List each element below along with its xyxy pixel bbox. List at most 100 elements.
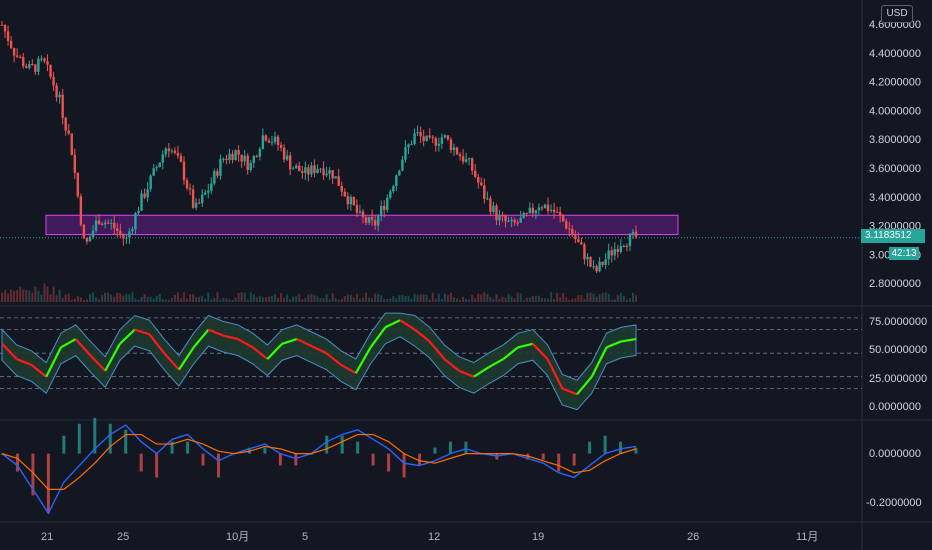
candle-body — [422, 136, 425, 141]
candle-body — [540, 207, 544, 209]
volume-bar — [198, 296, 201, 302]
candle-body — [352, 196, 356, 206]
volume-bar — [419, 294, 422, 302]
volume-bar — [283, 298, 286, 302]
macd-histogram-bar — [263, 447, 267, 454]
candle-body — [52, 76, 55, 86]
volume-bar — [210, 299, 213, 302]
volume-bar — [328, 299, 331, 302]
candle-body — [486, 198, 489, 200]
candle-body — [140, 193, 143, 211]
volume-bar — [173, 294, 176, 302]
candle-body — [304, 167, 307, 173]
macd-histogram-bar — [77, 423, 81, 454]
macd-histogram-bar — [216, 453, 220, 478]
volume-bar — [465, 298, 468, 302]
candle-body — [616, 249, 619, 252]
volume-bar — [146, 296, 149, 302]
volume-bar — [213, 298, 216, 302]
candle-body — [389, 191, 392, 198]
candle-body — [446, 135, 450, 140]
candle-body — [134, 212, 137, 230]
volume-bar — [486, 293, 489, 302]
candle-body — [3, 25, 7, 32]
candle-body — [534, 210, 538, 214]
volume-bar — [534, 296, 537, 302]
candle-body — [0, 24, 4, 26]
candle-body — [379, 205, 383, 217]
candle-body — [319, 168, 322, 170]
volume-bar — [368, 297, 371, 302]
volume-bar — [592, 293, 595, 302]
volume-bar — [134, 298, 137, 302]
volume-bar — [122, 295, 125, 302]
candle-body — [119, 231, 122, 234]
macd-axis-label: -0.2000000 — [866, 497, 922, 509]
volume-bar — [559, 297, 562, 302]
time-axis-label: 11月 — [796, 531, 818, 543]
candle-body — [470, 158, 474, 171]
candle-body — [461, 156, 465, 162]
volume-bar — [468, 299, 471, 302]
macd-histogram-bar — [62, 435, 66, 454]
volume-bar — [601, 293, 604, 302]
candle-body — [431, 137, 434, 139]
volume-bar — [240, 292, 243, 302]
volume-bar — [565, 297, 568, 302]
candle-body — [58, 94, 61, 98]
candle-body — [170, 150, 174, 152]
volume-bar — [228, 299, 231, 302]
candle-body — [428, 135, 431, 138]
volume-bar — [270, 295, 273, 302]
candle-body — [519, 217, 522, 223]
volume-bar — [155, 295, 158, 302]
volume-bar — [19, 286, 22, 302]
price-axis-label: 3.4000000 — [869, 192, 921, 204]
volume-bar — [462, 296, 465, 302]
candle-body — [337, 176, 340, 186]
time-axis-label: 10月 — [226, 531, 249, 543]
volume-bar — [176, 292, 179, 302]
candle-body — [261, 135, 265, 149]
macd-histogram-bar — [433, 447, 437, 454]
volume-bar — [40, 295, 43, 302]
candle-body — [94, 220, 98, 231]
chart-canvas[interactable]: 4.60000004.40000004.20000004.00000003.80… — [0, 0, 932, 550]
candle-body — [31, 64, 34, 66]
volume-bar — [371, 298, 374, 302]
volume-bar — [471, 294, 474, 302]
candle-body — [295, 165, 298, 169]
volume-bar — [583, 299, 586, 302]
volume-bar — [101, 295, 104, 302]
volume-bar — [540, 297, 543, 302]
candle-body — [401, 159, 404, 171]
macd-histogram-bar — [294, 453, 298, 466]
candle-body — [555, 211, 559, 213]
currency-button[interactable]: USD — [881, 5, 913, 23]
candle-body — [528, 207, 532, 214]
candle-body — [577, 239, 580, 242]
candle-body — [240, 154, 243, 162]
volume-bar — [304, 298, 307, 302]
candle-body — [376, 216, 380, 226]
volume-bar — [365, 292, 368, 302]
candle-body — [204, 192, 207, 195]
candle-body — [225, 158, 228, 161]
volume-bar — [1, 292, 3, 302]
candle-body — [188, 188, 192, 190]
candle-body — [343, 191, 346, 197]
volume-bar — [613, 299, 616, 302]
candle-body — [252, 156, 255, 163]
volume-bar — [64, 294, 67, 302]
volume-bar — [158, 294, 161, 302]
candle-body — [301, 171, 304, 173]
candle-body — [210, 183, 213, 191]
candle-body — [404, 147, 407, 160]
candle-body — [398, 170, 401, 176]
candle-body — [549, 209, 553, 211]
volume-bar — [550, 292, 553, 302]
candle-body — [592, 266, 595, 268]
time-axis-label: 5 — [302, 531, 308, 543]
time-axis-label: 21 — [41, 531, 53, 543]
candle-body — [634, 231, 638, 238]
